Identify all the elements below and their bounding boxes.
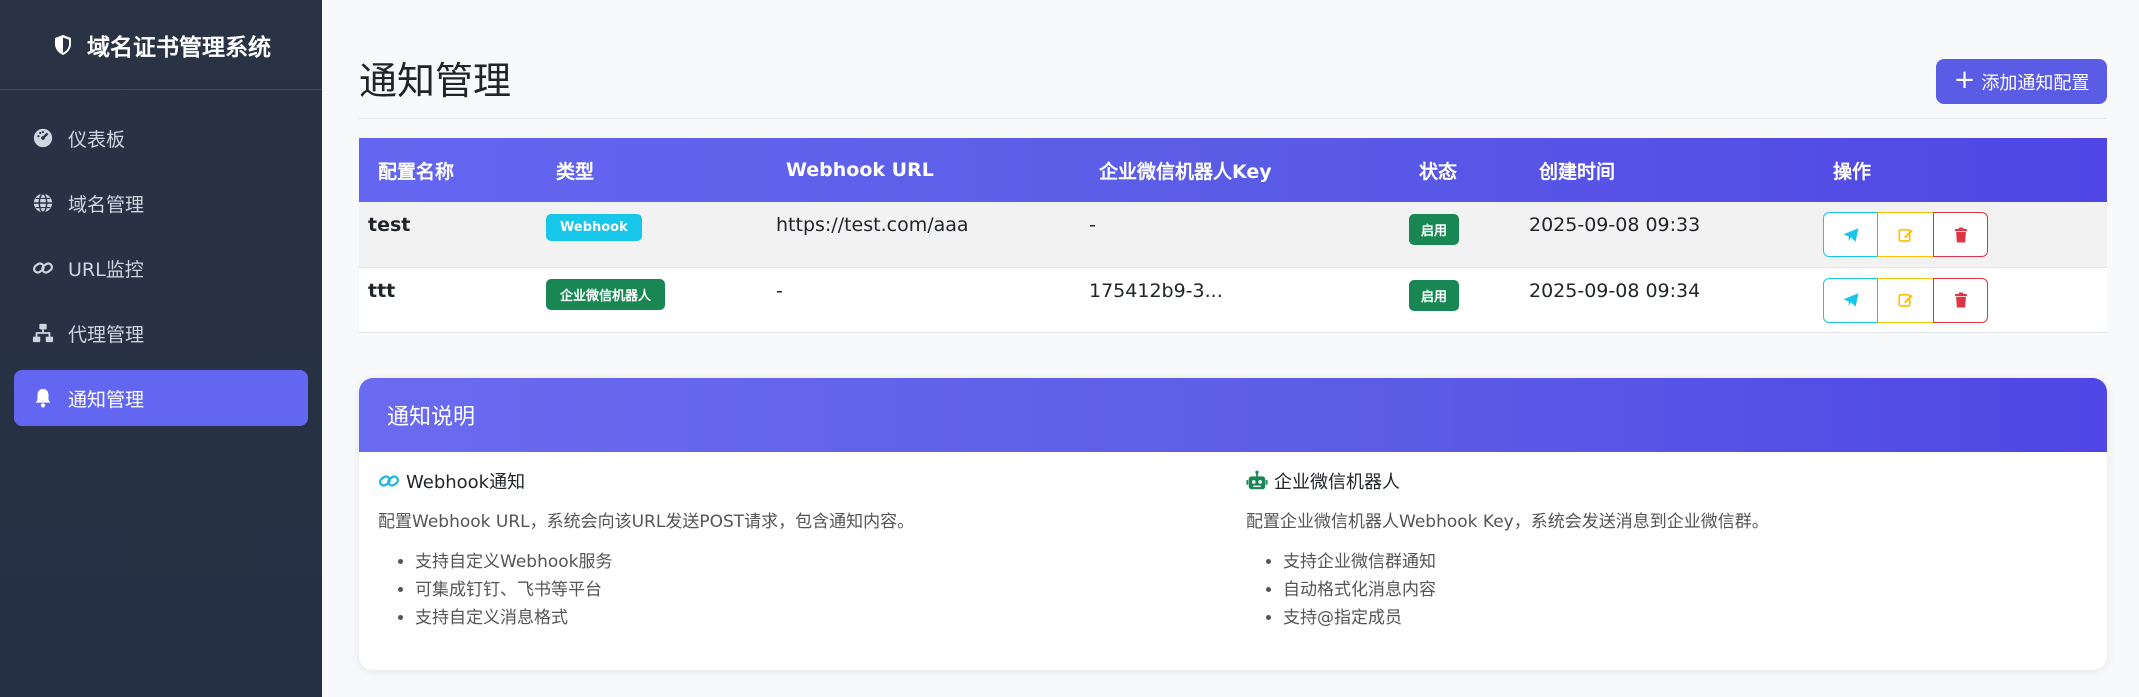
brand: 域名证书管理系统: [0, 0, 322, 90]
trash-icon: [1954, 227, 1967, 242]
status-badge: 启用: [1409, 214, 1460, 245]
plus-icon: +: [1953, 65, 1976, 95]
page-header: 通知管理 + 添加通知配置: [359, 0, 2107, 119]
wecom-desc: 配置企业微信机器人Webhook Key，系统会发送消息到企业微信群。: [1246, 512, 1769, 532]
type-cell: Webhook: [537, 202, 767, 268]
edit-button[interactable]: [1878, 277, 1933, 323]
sitemap-icon: [32, 323, 54, 343]
webhook-desc: 配置Webhook URL，系统会向该URL发送POST请求，包含通知内容。: [378, 512, 915, 532]
status-badge: 启用: [1409, 279, 1460, 311]
column-header: 配置名称: [378, 160, 455, 183]
edit-icon: [1897, 228, 1913, 242]
main-content: 通知管理 + 添加通知配置 配置名称 类型 Webhook URL 企业微信机器…: [359, 0, 2107, 670]
wecom-key: -: [1080, 202, 1400, 268]
sidebar: 域名证书管理系统 仪表板 域名管理 URL监控 代理管理 通知管理: [0, 0, 322, 697]
sidebar-item-label: 代理管理: [68, 323, 145, 346]
page-title: 通知管理: [359, 59, 512, 103]
trash-icon: [1954, 292, 1967, 308]
robot-icon: [1246, 470, 1268, 490]
webhook-url: -: [767, 267, 1080, 333]
brand-title: 域名证书管理系统: [87, 34, 271, 61]
column-header: 创建时间: [1539, 160, 1616, 183]
notification-info-card: 通知说明 Webhook通知 配置Webhook URL，系统会向该URL发送P…: [359, 378, 2107, 670]
webhook-points: 支持自定义Webhook服务 可集成钉钉、飞书等平台 支持自定义消息格式: [378, 548, 914, 632]
type-badge: 企业微信机器人: [546, 278, 666, 310]
card-header: 通知说明: [359, 378, 2107, 452]
wecom-info: 企业微信机器人 配置企业微信机器人Webhook Key，系统会发送消息到企业微…: [1246, 468, 1769, 632]
table-row: ttt 企业微信机器人 - 175412b9-3... 启用 2025-09-0…: [359, 267, 2107, 333]
delete-button[interactable]: [1933, 277, 1988, 323]
list-item: 支持自定义Webhook服务: [415, 548, 914, 576]
action-group: [1823, 212, 2107, 257]
wecom-heading-text: 企业微信机器人: [1274, 472, 1400, 493]
table-row: test Webhook https://test.com/aaa - 启用 2…: [359, 202, 2107, 268]
created-time: 2025-09-08 09:34: [1520, 267, 1814, 333]
column-header: 状态: [1419, 160, 1458, 183]
sidebar-item-dashboard[interactable]: 仪表板: [14, 110, 308, 166]
actions-cell: [1814, 267, 2107, 333]
webhook-heading-text: Webhook通知: [406, 472, 526, 493]
notification-table: 配置名称 类型 Webhook URL 企业微信机器人Key 状态 创建时间 操…: [359, 138, 2107, 333]
add-notification-label: 添加通知配置: [1981, 72, 2090, 94]
wecom-points: 支持企业微信群通知 自动格式化消息内容 支持@指定成员: [1246, 548, 1769, 632]
add-notification-button[interactable]: + 添加通知配置: [1936, 59, 2107, 104]
list-item: 支持自定义消息格式: [415, 604, 914, 632]
bell-icon: [35, 388, 51, 408]
paper-plane-icon: [1843, 227, 1858, 242]
sidebar-item-url-monitor[interactable]: URL监控: [14, 240, 308, 296]
paper-plane-icon: [1843, 293, 1858, 307]
sidebar-item-notifications[interactable]: 通知管理: [14, 370, 308, 426]
delete-button[interactable]: [1933, 212, 1988, 257]
globe-icon: [33, 193, 53, 213]
type-cell: 企业微信机器人: [537, 267, 767, 333]
link-icon: [32, 262, 54, 274]
shield-icon: [55, 34, 71, 55]
edit-button[interactable]: [1878, 212, 1933, 257]
list-item: 支持企业微信群通知: [1283, 548, 1769, 576]
sidebar-nav: 仪表板 域名管理 URL监控 代理管理 通知管理: [0, 90, 322, 426]
list-item: 支持@指定成员: [1283, 604, 1769, 632]
sidebar-item-label: 仪表板: [68, 128, 126, 151]
column-header: 操作: [1833, 160, 1872, 183]
sidebar-item-domains[interactable]: 域名管理: [14, 175, 308, 231]
sidebar-item-proxy[interactable]: 代理管理: [14, 305, 308, 361]
type-badge: Webhook: [546, 214, 642, 241]
edit-icon: [1897, 293, 1913, 307]
list-item: 自动格式化消息内容: [1283, 576, 1769, 604]
webhook-url: https://test.com/aaa: [767, 202, 1080, 268]
column-header: 类型: [556, 160, 595, 183]
config-name: test: [359, 202, 537, 268]
config-name: ttt: [359, 267, 537, 333]
status-cell: 启用: [1400, 202, 1520, 268]
sidebar-item-label: 通知管理: [68, 388, 145, 411]
gauge-icon: [33, 128, 53, 148]
wecom-heading: 企业微信机器人: [1246, 468, 1769, 494]
actions-cell: [1814, 202, 2107, 268]
column-header: 企业微信机器人Key: [1099, 160, 1272, 183]
created-time: 2025-09-08 09:33: [1520, 202, 1814, 268]
table-header-row: 配置名称 类型 Webhook URL 企业微信机器人Key 状态 创建时间 操…: [359, 138, 2107, 202]
webhook-info: Webhook通知 配置Webhook URL，系统会向该URL发送POST请求…: [378, 468, 914, 632]
sidebar-item-label: 域名管理: [68, 193, 145, 216]
link-icon: [378, 475, 400, 487]
test-send-button[interactable]: [1823, 277, 1878, 323]
action-group: [1823, 277, 2107, 323]
wecom-key: 175412b9-3...: [1080, 267, 1400, 333]
webhook-heading: Webhook通知: [378, 468, 914, 494]
list-item: 可集成钉钉、飞书等平台: [415, 576, 914, 604]
sidebar-item-label: URL监控: [68, 258, 144, 281]
column-header: Webhook URL: [786, 159, 934, 181]
test-send-button[interactable]: [1823, 212, 1878, 257]
status-cell: 启用: [1400, 267, 1520, 333]
